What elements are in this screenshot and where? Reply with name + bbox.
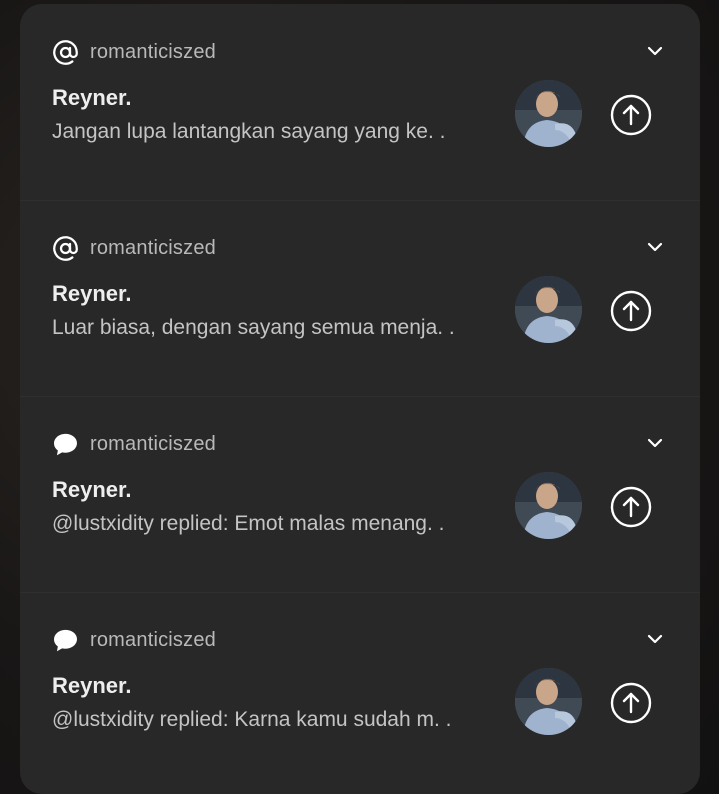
app-name: romanticiszed — [90, 236, 216, 259]
notification-panel: romanticiszed Reyner. Jangan lupa lantan… — [20, 4, 700, 794]
chevron-down-icon[interactable] — [646, 42, 664, 60]
arrow-up-circle-icon[interactable] — [610, 486, 652, 528]
notification-item[interactable]: romanticiszed Reyner. @lustxidity replie… — [20, 396, 700, 592]
notification-header: romanticiszed — [52, 430, 216, 458]
avatar — [515, 668, 582, 735]
notification-title: Reyner. — [52, 477, 132, 502]
notification-item[interactable]: romanticiszed Reyner. @lustxidity replie… — [20, 592, 700, 788]
chevron-down-icon[interactable] — [646, 434, 664, 452]
notification-title: Reyner. — [52, 85, 132, 110]
notification-body: @lustxidity replied: Emot malas menang. … — [52, 512, 445, 535]
notification-body: Luar biasa, dengan sayang semua menja. . — [52, 316, 455, 339]
chevron-down-icon[interactable] — [646, 630, 664, 648]
arrow-up-circle-icon[interactable] — [610, 682, 652, 724]
notification-title: Reyner. — [52, 281, 132, 306]
speech-bubble-icon — [52, 431, 79, 458]
app-name: romanticiszed — [90, 432, 216, 455]
app-name: romanticiszed — [90, 40, 216, 63]
speech-bubble-icon — [52, 627, 79, 654]
avatar — [515, 80, 582, 147]
notification-item[interactable]: romanticiszed Reyner. Luar biasa, dengan… — [20, 200, 700, 396]
notification-header: romanticiszed — [52, 234, 216, 262]
at-sign-icon — [52, 235, 79, 262]
avatar — [515, 276, 582, 343]
arrow-up-circle-icon[interactable] — [610, 94, 652, 136]
notification-body: @lustxidity replied: Karna kamu sudah m.… — [52, 708, 452, 731]
arrow-up-circle-icon[interactable] — [610, 290, 652, 332]
at-sign-icon — [52, 39, 79, 66]
chevron-down-icon[interactable] — [646, 238, 664, 256]
notification-title: Reyner. — [52, 673, 132, 698]
notification-body: Jangan lupa lantangkan sayang yang ke. . — [52, 120, 446, 143]
app-name: romanticiszed — [90, 628, 216, 651]
notification-item[interactable]: romanticiszed Reyner. Jangan lupa lantan… — [20, 4, 700, 200]
notification-header: romanticiszed — [52, 626, 216, 654]
notification-header: romanticiszed — [52, 38, 216, 66]
avatar — [515, 472, 582, 539]
